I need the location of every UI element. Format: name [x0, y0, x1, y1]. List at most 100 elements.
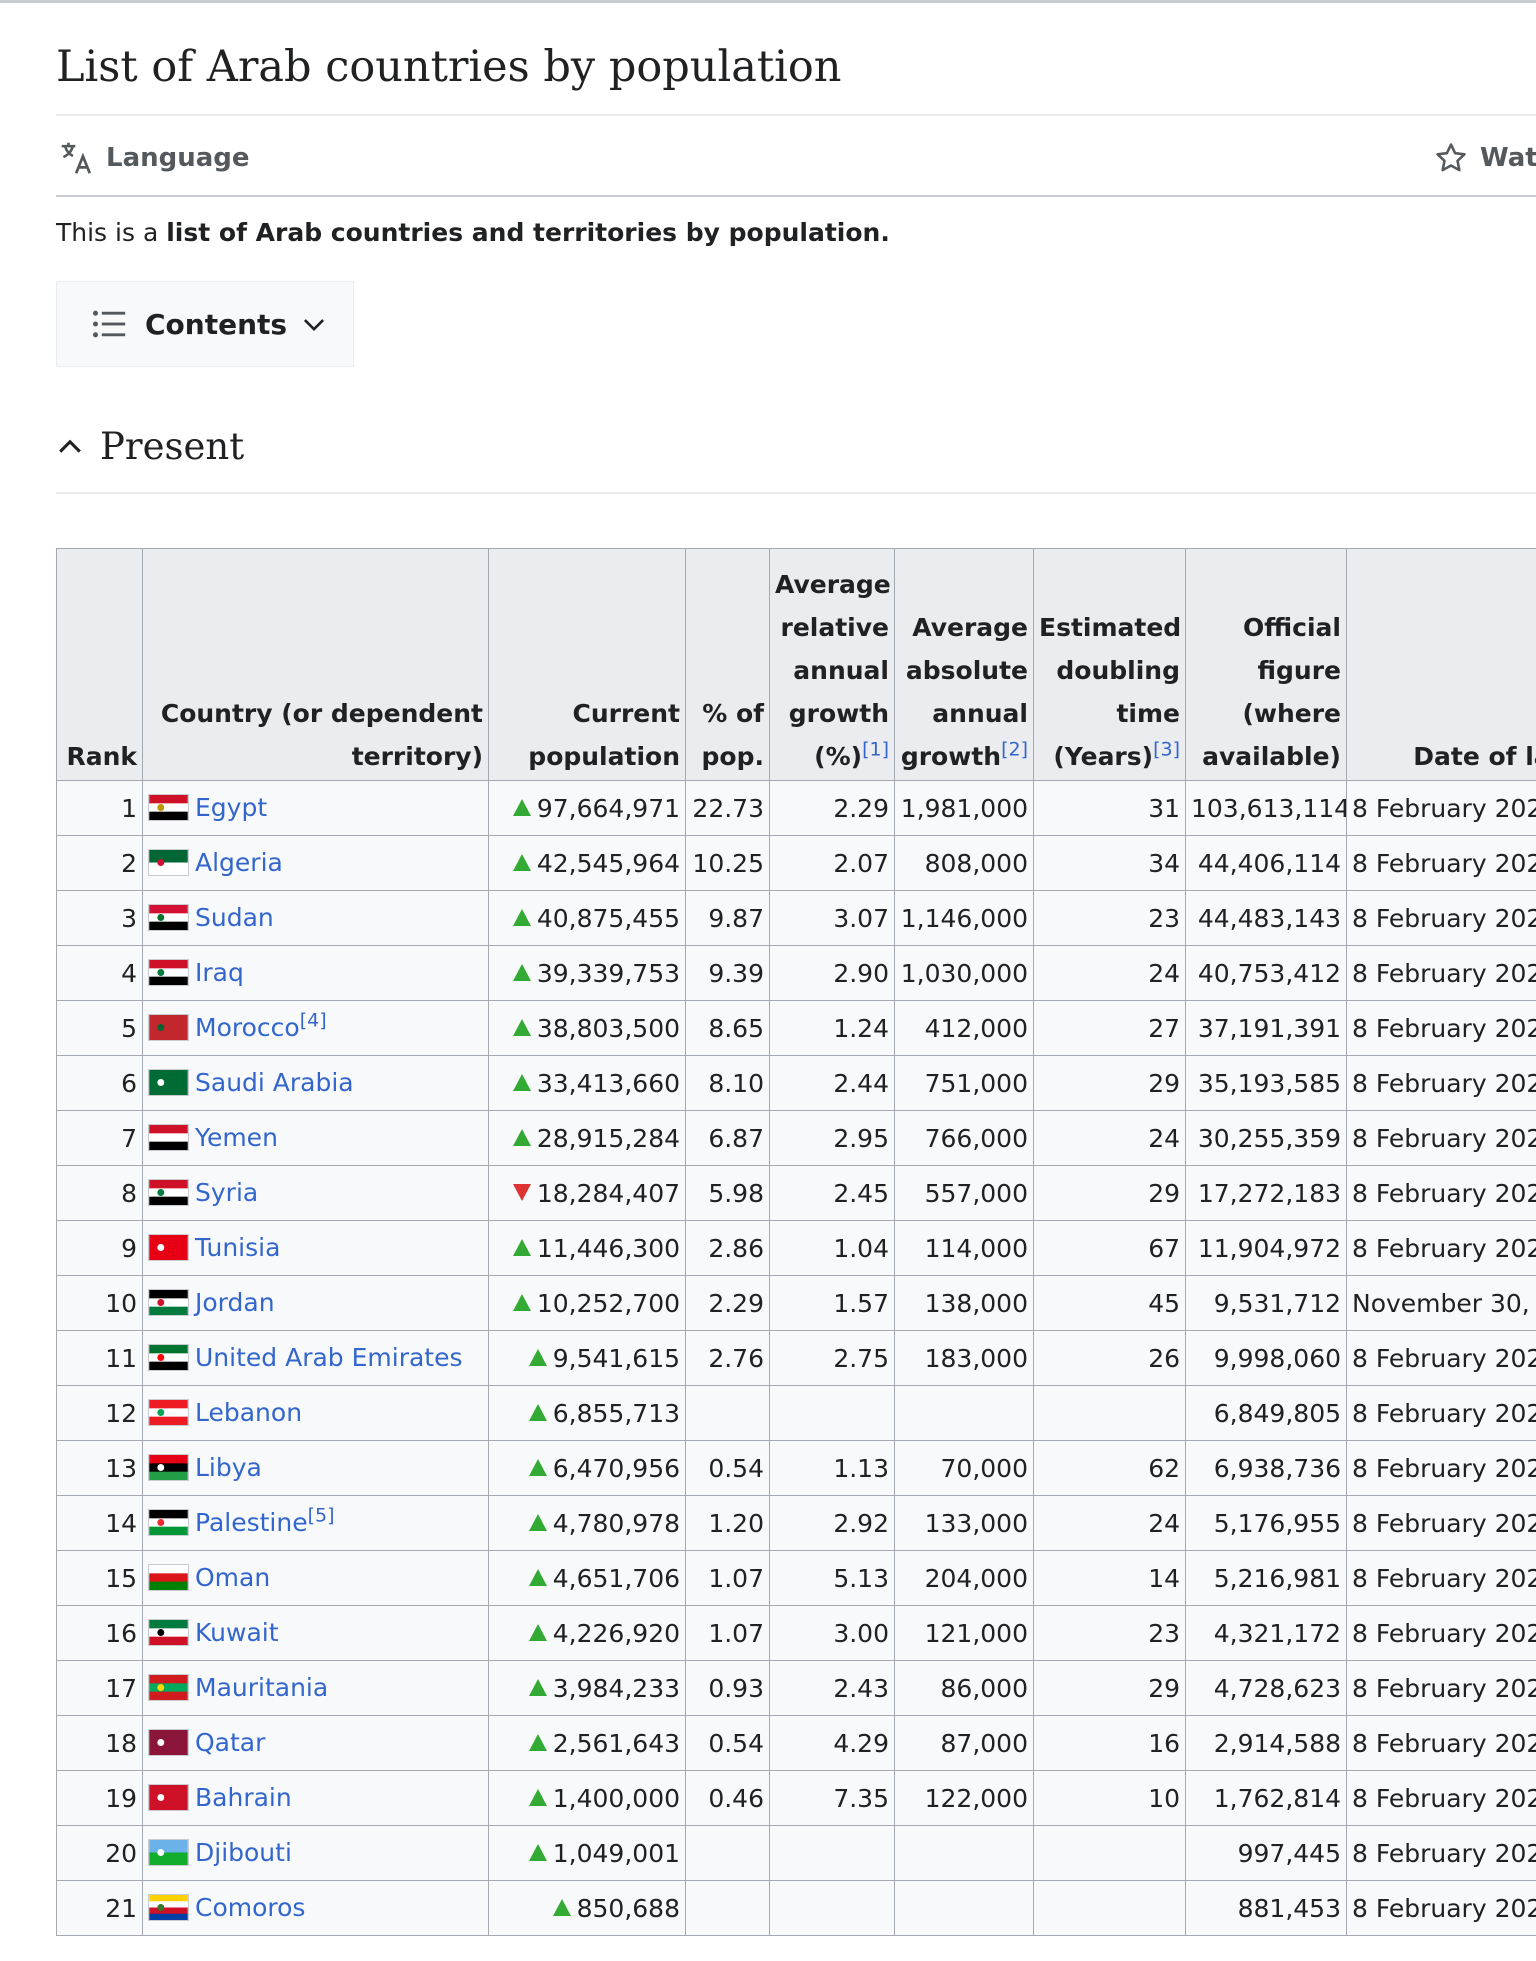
- contents-toggle-button[interactable]: Contents: [56, 281, 354, 367]
- country-link[interactable]: Qatar: [195, 1728, 265, 1757]
- country-link[interactable]: United Arab Emirates: [195, 1343, 463, 1372]
- section-present-toggle[interactable]: Present: [56, 418, 244, 474]
- doubling-time-cell: 10: [1033, 1770, 1186, 1826]
- col-rank-header[interactable]: Rank: [56, 548, 143, 781]
- relative-growth-cell: 1.24: [769, 1000, 895, 1056]
- relative-growth-cell: 2.75: [769, 1330, 895, 1386]
- country-link[interactable]: Jordan: [195, 1288, 275, 1317]
- country-link[interactable]: Djibouti: [195, 1838, 292, 1867]
- reference-link[interactable]: [3]: [1153, 739, 1180, 761]
- rank-cell: 12: [56, 1385, 143, 1441]
- population-cell: 1,049,001: [488, 1825, 686, 1881]
- rank-cell: 18: [56, 1715, 143, 1771]
- doubling-time-cell: 29: [1033, 1055, 1186, 1111]
- country-link[interactable]: Iraq: [195, 958, 244, 987]
- relative-growth-cell: 2.44: [769, 1055, 895, 1111]
- country-link[interactable]: Syria: [195, 1178, 258, 1207]
- country-link[interactable]: Tunisia: [195, 1233, 280, 1262]
- country-cell: Palestine[5]: [142, 1495, 489, 1551]
- intro-paragraph: This is a list of Arab countries and ter…: [56, 212, 890, 254]
- population-value: 4,226,920: [552, 1618, 680, 1648]
- col-date-of-figure-header[interactable]: Date of last figure: [1346, 548, 1536, 781]
- reference-link[interactable]: [5]: [308, 1505, 335, 1527]
- col-relative-growth-header[interactable]: Average relative annual growth (%)[1]: [769, 548, 895, 781]
- reference-link[interactable]: [2]: [1001, 739, 1028, 761]
- country-link[interactable]: Lebanon: [195, 1398, 302, 1427]
- language-button[interactable]: Language: [60, 140, 250, 176]
- country-link[interactable]: Oman: [195, 1563, 270, 1592]
- official-figure-cell: 5,176,955: [1185, 1495, 1347, 1551]
- triangle-up-icon: [528, 1514, 547, 1531]
- reference-link[interactable]: [4]: [300, 1010, 327, 1032]
- relative-growth-cell: 2.07: [769, 835, 895, 891]
- population-value: 40,875,455: [536, 903, 680, 933]
- date-cell: 8 February 2022: [1346, 1880, 1536, 1936]
- relative-growth-cell: 2.92: [769, 1495, 895, 1551]
- table-row: 17 Mauritania 3,984,233 0.93 2.43 86,000 29 4,7…: [56, 1660, 1536, 1716]
- official-figure-cell: 4,321,172: [1185, 1605, 1347, 1661]
- country-link[interactable]: Libya: [195, 1453, 262, 1482]
- triangle-up-icon: [552, 1899, 571, 1916]
- country-link[interactable]: Saudi Arabia: [195, 1068, 354, 1097]
- country-link[interactable]: Algeria: [195, 848, 283, 877]
- official-figure-cell: 44,483,143: [1185, 890, 1347, 946]
- doubling-time-cell: 62: [1033, 1440, 1186, 1496]
- table-row: 4 Iraq 39,339,753 9.39 2.90 1,030,000 24 40,753…: [56, 945, 1536, 1001]
- relative-growth-cell: 3.07: [769, 890, 895, 946]
- relative-growth-cell: [769, 1825, 895, 1881]
- country-link[interactable]: Mauritania: [195, 1673, 328, 1702]
- top-border: [0, 0, 1536, 3]
- rank-cell: 6: [56, 1055, 143, 1111]
- percent-cell: 8.10: [685, 1055, 770, 1111]
- date-cell: 8 February 2022: [1346, 1495, 1536, 1551]
- date-cell: 8 February 2022: [1346, 835, 1536, 891]
- date-cell: 8 February 2022: [1346, 1550, 1536, 1606]
- percent-cell: 0.93: [685, 1660, 770, 1716]
- doubling-time-cell: 24: [1033, 1110, 1186, 1166]
- country-link[interactable]: Sudan: [195, 903, 274, 932]
- rank-cell: 14: [56, 1495, 143, 1551]
- country-link[interactable]: Bahrain: [195, 1783, 292, 1812]
- percent-cell: 0.54: [685, 1715, 770, 1771]
- country-cell: Libya: [142, 1440, 489, 1496]
- population-value: 4,651,706: [552, 1563, 680, 1593]
- country-link[interactable]: Kuwait: [195, 1618, 279, 1647]
- reference-link[interactable]: [1]: [862, 739, 889, 761]
- section-title: Present: [100, 424, 245, 468]
- country-link[interactable]: Palestine: [195, 1508, 308, 1537]
- triangle-up-icon: [512, 1074, 531, 1091]
- rank-cell: 10: [56, 1275, 143, 1331]
- col-percent-of-pop-header[interactable]: % of pop.: [685, 548, 770, 781]
- official-figure-cell: 9,531,712: [1185, 1275, 1347, 1331]
- percent-cell: [685, 1880, 770, 1936]
- table-row: 1 Egypt 97,664,971 22.73 2.29 1,981,000 31 103,…: [56, 780, 1536, 836]
- country-link[interactable]: Egypt: [195, 793, 267, 822]
- col-doubling-time-header[interactable]: Estimated doubling time (Years)[3]: [1033, 548, 1186, 781]
- triangle-up-icon: [512, 799, 531, 816]
- table-row: 16 Kuwait 4,226,920 1.07 3.00 121,000 23 4,321,…: [56, 1605, 1536, 1661]
- rank-cell: 17: [56, 1660, 143, 1716]
- country-link[interactable]: Morocco: [195, 1013, 300, 1042]
- header-label: Official figure (where available): [1202, 613, 1341, 771]
- watch-button[interactable]: Watch: [1434, 140, 1536, 176]
- col-country-header[interactable]: Country (or dependent territory): [142, 548, 489, 781]
- relative-growth-cell: [769, 1880, 895, 1936]
- country-flag-icon: [148, 848, 189, 876]
- absolute-growth-cell: 114,000: [894, 1220, 1034, 1276]
- col-absolute-growth-header[interactable]: Average absolute annual growth[2]: [894, 548, 1034, 781]
- col-official-figure-header[interactable]: Official figure (where available): [1185, 548, 1347, 781]
- absolute-growth-cell: [894, 1880, 1034, 1936]
- population-cell: 10,252,700: [488, 1275, 686, 1331]
- absolute-growth-cell: 751,000: [894, 1055, 1034, 1111]
- table-row: 12 Lebanon 6,855,713 6,849,805 8 February 20…: [56, 1385, 1536, 1441]
- population-value: 97,664,971: [536, 793, 680, 823]
- country-link[interactable]: Comoros: [195, 1893, 305, 1922]
- relative-growth-cell: 1.57: [769, 1275, 895, 1331]
- doubling-time-cell: 23: [1033, 890, 1186, 946]
- population-cell: 3,984,233: [488, 1660, 686, 1716]
- percent-cell: 5.98: [685, 1165, 770, 1221]
- col-current-population-header[interactable]: Current population: [488, 548, 686, 781]
- population-cell: 2,561,643: [488, 1715, 686, 1771]
- country-link[interactable]: Yemen: [195, 1123, 278, 1152]
- percent-cell: 0.46: [685, 1770, 770, 1826]
